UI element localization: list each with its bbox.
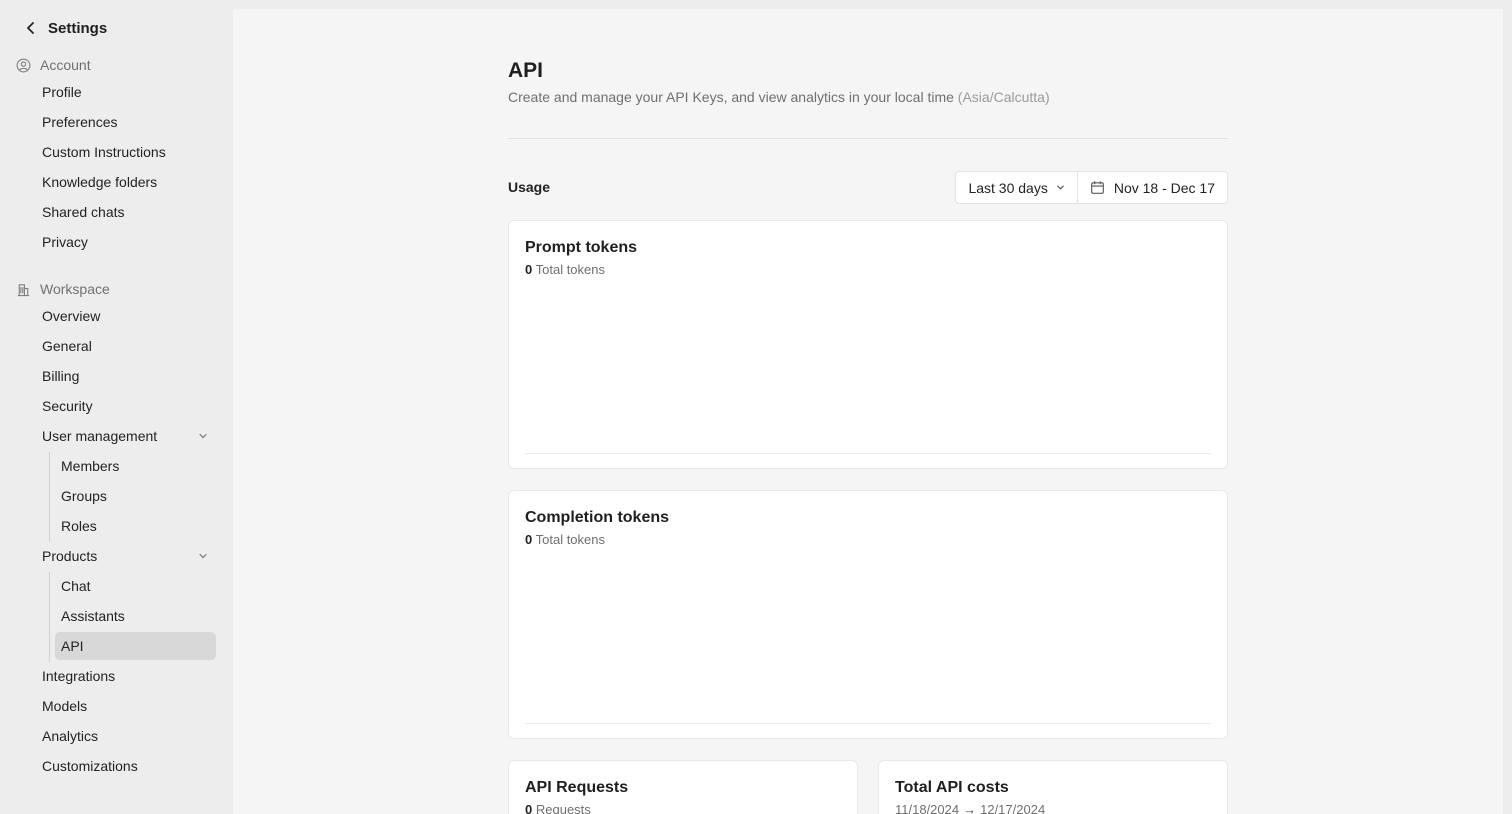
sidebar-item-general[interactable]: General	[36, 332, 216, 360]
metric-unit: Total tokens	[535, 532, 605, 547]
chevron-down-icon	[1057, 185, 1064, 190]
sidebar-item-label: Overview	[42, 308, 101, 324]
sidebar-item-label: Analytics	[42, 728, 99, 744]
sidebar-item-analytics[interactable]: Analytics	[36, 722, 216, 750]
card-title: Prompt tokens	[525, 239, 638, 256]
sidebar-item-label: Profile	[42, 84, 82, 100]
sidebar-item-label: Shared chats	[42, 204, 125, 220]
sidebar-item-label: User management	[42, 428, 158, 444]
settings-sidebar: Settings Account Profile Preferences Cus…	[0, 0, 233, 814]
sidebar-item-members[interactable]: Members	[55, 452, 216, 480]
sidebar-item-label: Billing	[42, 368, 80, 384]
sidebar-item-label: Privacy	[42, 234, 88, 250]
sidebar-item-label: Preferences	[42, 114, 118, 130]
metric-value: 0	[525, 532, 533, 547]
sidebar-item-label: Customizations	[42, 758, 138, 774]
header-divider	[508, 138, 1228, 139]
range-select-label: Last 30 days	[968, 179, 1048, 196]
main-panel: API Create and manage your API Keys, and…	[233, 9, 1503, 814]
sidebar-item-security[interactable]: Security	[36, 392, 216, 420]
settings-title: Settings	[48, 19, 108, 37]
tree-guide-line	[49, 452, 50, 542]
sidebar-item-label: Security	[42, 398, 93, 414]
sidebar-item-preferences[interactable]: Preferences	[36, 108, 216, 136]
sidebar-item-assistants[interactable]: Assistants	[55, 602, 216, 630]
sidebar-item-label: Models	[42, 698, 88, 714]
sidebar-item-products[interactable]: Products	[36, 542, 216, 570]
prompt-tokens-card: Prompt tokens 0 Total tokens	[508, 220, 1228, 469]
card-metric: 0 Total tokens	[525, 532, 605, 547]
sidebar-item-user-management[interactable]: User management	[36, 422, 216, 450]
workspace-heading-label: Workspace	[40, 281, 110, 297]
user-circle-icon	[16, 58, 31, 72]
sidebar-item-profile[interactable]: Profile	[36, 78, 216, 106]
sidebar-item-label: API	[61, 638, 84, 654]
back-to-settings-button[interactable]: Settings	[24, 17, 107, 39]
sidebar-item-billing[interactable]: Billing	[36, 362, 216, 390]
card-title: Total API costs	[895, 779, 1009, 796]
chart-baseline	[525, 453, 1211, 454]
page-title: API	[508, 59, 544, 82]
api-requests-card: API Requests 0 Requests	[508, 760, 858, 814]
cost-date-from: 11/18/2024	[895, 802, 960, 814]
sidebar-item-groups[interactable]: Groups	[55, 482, 216, 510]
sidebar-item-models[interactable]: Models	[36, 692, 216, 720]
sidebar-item-privacy[interactable]: Privacy	[36, 228, 216, 256]
chevron-left-icon	[27, 22, 34, 34]
sidebar-item-chat[interactable]: Chat	[55, 572, 216, 600]
usage-heading: Usage	[508, 179, 551, 195]
sidebar-item-api[interactable]: API	[55, 632, 216, 660]
workspace-section-heading: Workspace	[16, 279, 110, 299]
sidebar-item-integrations[interactable]: Integrations	[36, 662, 216, 690]
cost-date-to: 12/17/2024	[980, 802, 1046, 814]
account-heading-label: Account	[40, 57, 91, 73]
sidebar-item-label: Products	[42, 548, 98, 564]
tree-guide-line	[49, 572, 50, 662]
chevron-down-icon	[199, 553, 207, 559]
sidebar-item-label: General	[42, 338, 92, 354]
building-icon	[17, 283, 30, 296]
card-metric: 0 Requests	[525, 802, 591, 814]
sidebar-item-customizations[interactable]: Customizations	[36, 752, 216, 780]
cost-date-range: 11/18/2024 → 12/17/2024	[895, 802, 1045, 814]
chart-baseline	[525, 723, 1211, 724]
metric-value: 0	[525, 262, 533, 277]
sidebar-item-roles[interactable]: Roles	[55, 512, 216, 540]
date-range-picker[interactable]: Nov 18 - Dec 17	[1078, 172, 1227, 203]
date-range-label: Nov 18 - Dec 17	[1113, 179, 1215, 196]
sidebar-item-overview[interactable]: Overview	[36, 302, 216, 330]
sidebar-item-label: Members	[61, 458, 120, 474]
page-subtitle: Create and manage your API Keys, and vie…	[508, 89, 1050, 105]
subtitle-text: Create and manage your API Keys, and vie…	[508, 89, 954, 105]
card-metric: 0 Total tokens	[525, 262, 605, 277]
sidebar-item-label: Roles	[61, 518, 97, 534]
metric-unit: Total tokens	[535, 262, 605, 277]
sidebar-item-label: Integrations	[42, 668, 116, 684]
metric-unit: Requests	[535, 802, 591, 814]
calendar-icon	[1090, 181, 1104, 194]
sidebar-item-label: Assistants	[61, 608, 125, 624]
range-select-dropdown[interactable]: Last 30 days	[956, 172, 1078, 203]
sidebar-item-label: Groups	[61, 488, 107, 504]
total-api-costs-card: Total API costs 11/18/2024 → 12/17/2024	[878, 760, 1228, 814]
completion-tokens-card: Completion tokens 0 Total tokens	[508, 490, 1228, 739]
account-section-heading: Account	[16, 55, 91, 75]
chevron-down-icon	[199, 433, 207, 439]
timezone-label: (Asia/Calcutta)	[957, 89, 1050, 105]
card-title: API Requests	[525, 779, 629, 796]
sidebar-item-label: Knowledge folders	[42, 174, 158, 190]
sidebar-item-shared-chats[interactable]: Shared chats	[36, 198, 216, 226]
sidebar-item-custom-instructions[interactable]: Custom Instructions	[36, 138, 216, 166]
date-range-controls: Last 30 days Nov 18 - Dec 17	[955, 171, 1228, 204]
metric-value: 0	[525, 802, 533, 814]
sidebar-item-knowledge-folders[interactable]: Knowledge folders	[36, 168, 216, 196]
sidebar-item-label: Custom Instructions	[42, 144, 166, 160]
card-title: Completion tokens	[525, 509, 670, 526]
sidebar-item-label: Chat	[61, 578, 91, 594]
arrow-right-icon: →	[963, 802, 977, 814]
